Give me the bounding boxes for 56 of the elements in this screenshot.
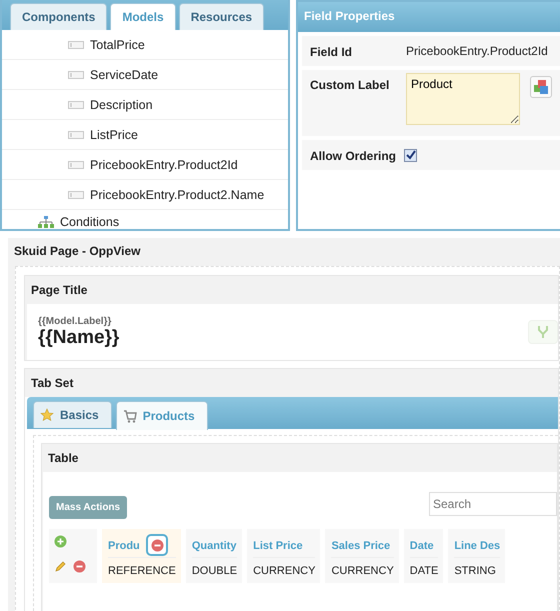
tree-item[interactable]: ListPrice [90, 128, 138, 142]
field-icon [68, 190, 84, 198]
table-column[interactable]: Line Des STRING [448, 529, 506, 583]
cart-icon [122, 410, 137, 422]
property-label: Field Id [310, 44, 353, 59]
property-label: Custom Label [310, 77, 390, 92]
column-type: REFERENCE [108, 564, 176, 577]
table-column[interactable]: Sales Price CURRENCY [325, 529, 399, 583]
field-icon [68, 100, 84, 108]
tree-item[interactable]: Conditions [60, 215, 120, 229]
table-column[interactable]: Date DATE [404, 529, 444, 583]
column-header: Date [410, 540, 434, 552]
hierarchy-icon [38, 216, 54, 228]
column-header: Quantity [192, 540, 236, 552]
field-id-value: PricebookEntry.Product2Id [406, 44, 548, 58]
star-icon [40, 408, 54, 422]
table-column[interactable]: Quantity DOUBLE [186, 529, 242, 583]
tree-item[interactable]: TotalPrice [90, 38, 145, 52]
remove-icon [150, 538, 164, 552]
column-type: DATE [410, 564, 438, 577]
page-title: {{Name}} [38, 327, 120, 348]
column-type: CURRENCY [331, 564, 394, 577]
tab[interactable]: Basics [33, 401, 112, 428]
table-column[interactable]: Produ REFERENCE [102, 529, 181, 583]
column-type: STRING [454, 564, 497, 577]
component-header: Table [47, 450, 80, 467]
column-header: Line Des [454, 540, 500, 552]
panel-tab[interactable]: Components [10, 3, 108, 30]
field-icon [68, 130, 84, 138]
tree-item[interactable]: PricebookEntry.Product2Id [90, 158, 238, 172]
panel-tab[interactable]: Resources [178, 3, 264, 30]
search-field[interactable]: Search [429, 492, 557, 516]
tree-item[interactable]: PricebookEntry.Product2.Name [90, 188, 264, 202]
column-header: Sales Price [331, 540, 390, 552]
field-icon [68, 160, 84, 168]
column-header: Produ [108, 540, 140, 552]
field-icon [68, 40, 84, 48]
custom-label-field[interactable]: Product [406, 73, 520, 125]
property-label: Allow Ordering [310, 148, 396, 163]
column-type: DOUBLE [192, 564, 238, 577]
component-header: Page Title [30, 282, 88, 299]
remove-icon[interactable] [73, 560, 86, 573]
column-header: List Price [253, 540, 303, 552]
page-header: Skuid Page - OppView [13, 243, 142, 260]
column-type: CURRENCY [253, 564, 316, 577]
tree-item[interactable]: ServiceDate [90, 68, 158, 82]
tree-item[interactable]: Description [90, 98, 153, 112]
component-header: Tab Set [30, 375, 74, 392]
pencil-icon[interactable] [54, 560, 67, 573]
remove-column-button[interactable] [146, 534, 168, 556]
panel-title: Field Properties [298, 2, 560, 32]
model-label: {{Model.Label}} [38, 316, 112, 327]
cubes-icon[interactable] [530, 76, 552, 98]
table-column[interactable]: List Price CURRENCY [247, 529, 320, 583]
field-icon [68, 70, 84, 78]
allow-ordering-checkbox[interactable] [404, 148, 417, 162]
